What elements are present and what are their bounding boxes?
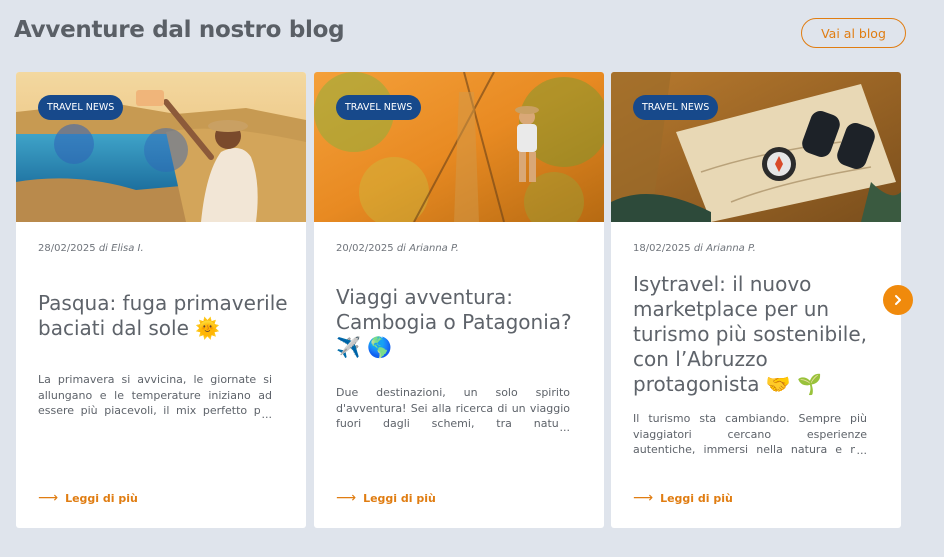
category-badge[interactable]: TRAVEL NEWS xyxy=(38,95,124,120)
read-more-link[interactable]: ⟶ Leggi di più xyxy=(633,491,733,505)
arrow-right-icon: ⟶ xyxy=(633,490,654,506)
category-badge[interactable]: TRAVEL NEWS xyxy=(336,95,422,120)
post-title[interactable]: Viaggi avventura: Cambogia o Patagonia? … xyxy=(336,285,586,360)
post-author: di Elisa I. xyxy=(98,243,144,254)
read-more-label: Leggi di più xyxy=(660,491,733,505)
card-image-rope-bridge[interactable]: TRAVEL NEWS xyxy=(314,72,604,222)
read-more-link[interactable]: ⟶ Leggi di più xyxy=(38,491,138,505)
post-author: di Arianna P. xyxy=(396,243,459,254)
blog-card[interactable]: TRAVEL NEWS 28/02/2025 di Elisa I. Pasqu… xyxy=(16,72,306,528)
post-title[interactable]: Pasqua: fuga primaverile baciati dal sol… xyxy=(38,291,288,341)
go-to-blog-button[interactable]: Vai al blog xyxy=(801,18,906,48)
arrow-right-icon: ⟶ xyxy=(336,490,357,506)
card-image-coast-selfie[interactable]: TRAVEL NEWS xyxy=(16,72,306,222)
post-date: 18/02/2025 xyxy=(633,243,691,254)
post-excerpt: Il turismo sta cambiando. Sempre più via… xyxy=(633,411,867,458)
post-excerpt: La primavera si avvicina, le giornate si… xyxy=(38,372,272,422)
category-badge[interactable]: TRAVEL NEWS xyxy=(633,95,719,120)
card-image-map-binoculars[interactable]: TRAVEL NEWS xyxy=(611,72,901,222)
blog-card[interactable]: TRAVEL NEWS 18/02/2025 di Arianna P. Isy… xyxy=(611,72,901,528)
post-date: 28/02/2025 xyxy=(38,243,96,254)
chevron-right-icon xyxy=(895,295,901,305)
post-date: 20/02/2025 xyxy=(336,243,394,254)
post-excerpt: Due destinazioni, un solo spirito d'avve… xyxy=(336,385,570,435)
blog-card[interactable]: TRAVEL NEWS 20/02/2025 di Arianna P. Via… xyxy=(314,72,604,528)
read-more-label: Leggi di più xyxy=(65,491,138,505)
read-more-link[interactable]: ⟶ Leggi di più xyxy=(336,491,436,505)
post-meta: 28/02/2025 di Elisa I. xyxy=(38,243,144,254)
post-meta: 18/02/2025 di Arianna P. xyxy=(633,243,756,254)
post-author: di Arianna P. xyxy=(693,243,756,254)
section-title: Avventure dal nostro blog xyxy=(14,17,345,43)
read-more-label: Leggi di più xyxy=(363,491,436,505)
arrow-right-icon: ⟶ xyxy=(38,490,59,506)
post-meta: 20/02/2025 di Arianna P. xyxy=(336,243,459,254)
post-title[interactable]: Isytravel: il nuovo marketplace per un t… xyxy=(633,272,883,397)
carousel-next-button[interactable] xyxy=(883,285,913,315)
